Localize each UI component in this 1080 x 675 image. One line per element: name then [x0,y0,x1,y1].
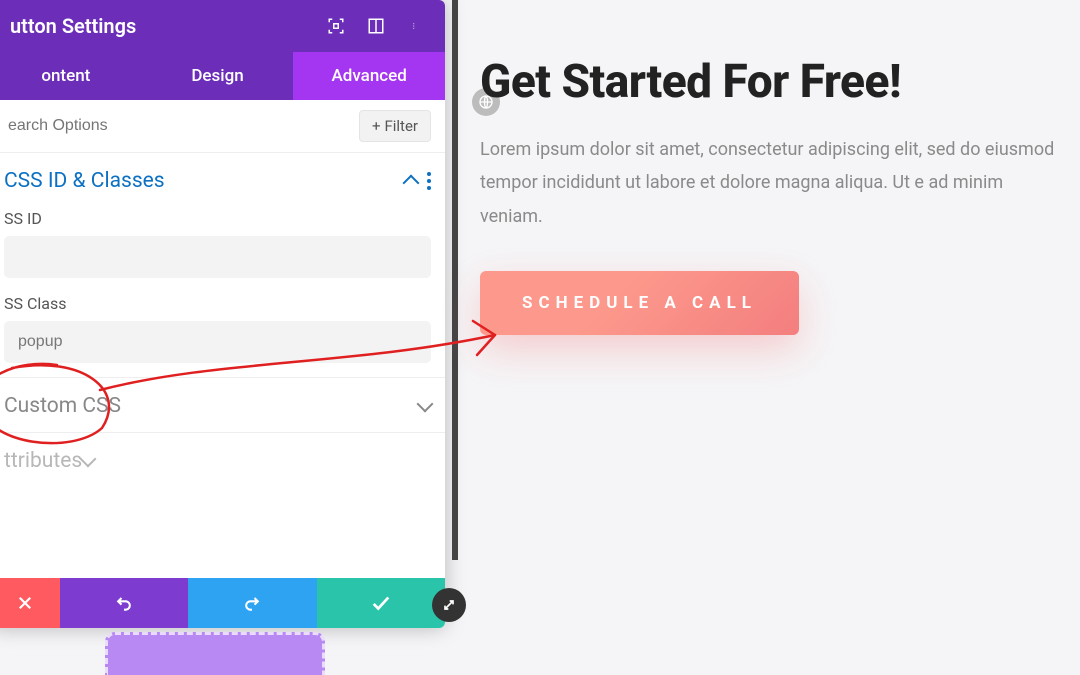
section-header-css[interactable]: CSS ID & Classes [4,169,431,193]
chevron-down-icon[interactable] [417,396,434,413]
input-css-class[interactable] [4,321,431,363]
search-row: + Filter [0,100,445,153]
schedule-call-button[interactable]: SCHEDULE A CALL [480,271,799,335]
undo-button[interactable] [60,578,188,628]
section-title-custom-css: Custom CSS [4,394,121,418]
tab-design[interactable]: Design [142,52,294,100]
resize-handle[interactable] [452,0,458,560]
label-css-class: SS Class [4,294,431,313]
panel-scroll[interactable]: CSS ID & Classes SS ID SS Class Custom C… [0,153,445,578]
panel-header: utton Settings [0,0,445,52]
panel-footer [0,578,445,628]
panel-title: utton Settings [10,14,136,38]
input-css-id[interactable] [4,236,431,278]
filter-button[interactable]: + Filter [359,110,431,142]
layout-icon[interactable] [367,17,385,35]
redo-button[interactable] [188,578,316,628]
section-title-attributes: ttributes [4,449,82,473]
section-css-id-classes: CSS ID & Classes SS ID SS Class [0,153,445,378]
section-more-icon[interactable] [427,172,431,190]
close-button[interactable] [0,578,60,628]
section-custom-css: Custom CSS [0,378,445,433]
tab-advanced[interactable]: Advanced [293,52,445,100]
settings-tabs: ontent Design Advanced [0,52,445,100]
button-settings-panel: utton Settings ontent Design Advanced [0,0,445,628]
plus-icon: + [372,117,381,135]
tab-content[interactable]: ontent [0,52,142,100]
expand-icon[interactable] [432,588,466,622]
filter-label: Filter [384,117,418,135]
section-header-attributes[interactable]: ttributes [4,449,94,473]
section-header-custom-css[interactable]: Custom CSS [4,394,431,418]
module-placeholder[interactable] [105,632,325,675]
label-css-id: SS ID [4,209,431,228]
search-input[interactable] [4,111,359,141]
section-controls [405,172,431,190]
chevron-down-icon[interactable] [80,451,97,468]
header-icons [327,17,425,35]
section-controls-custom-css [419,402,431,410]
page-content: Get Started For Free! Lorem ipsum dolor … [480,55,1080,335]
chevron-up-icon[interactable] [403,175,420,192]
section-controls-attributes [82,457,94,465]
more-icon[interactable] [407,17,425,35]
page-body: Lorem ipsum dolor sit amet, consectetur … [480,133,1070,233]
page-headline: Get Started For Free! [480,55,1070,109]
save-button[interactable] [317,578,445,628]
section-attributes: ttributes [0,433,108,487]
focus-icon[interactable] [327,17,345,35]
section-title-css: CSS ID & Classes [4,169,165,193]
